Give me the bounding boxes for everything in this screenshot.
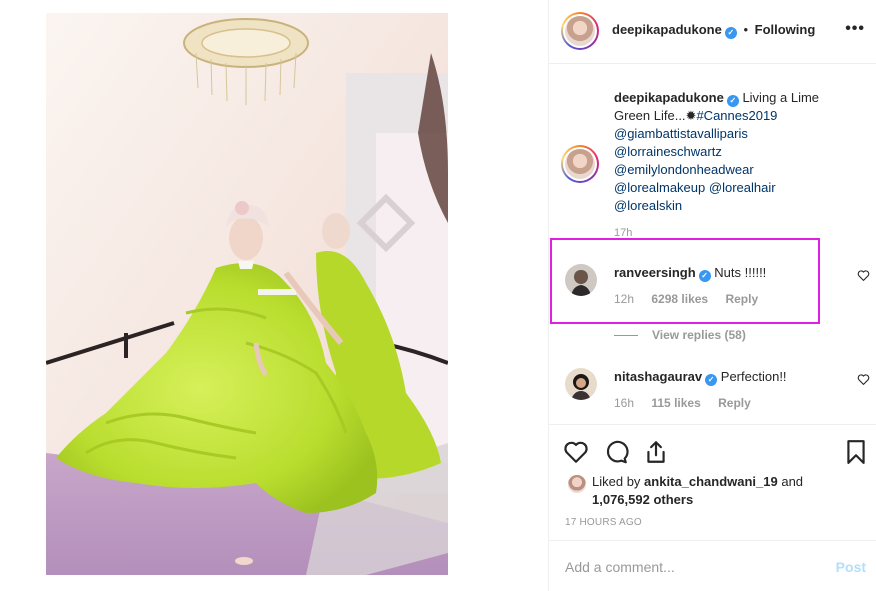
post-header: deepikapadukone ✓ • Following ••• <box>549 0 876 64</box>
mention-emilylondonheadwear[interactable]: @emilylondonheadwear <box>614 162 754 177</box>
mention-giambattistavalliparis[interactable]: @giambattistavalliparis <box>614 126 748 141</box>
author-avatar[interactable] <box>561 12 599 50</box>
liked-by-user[interactable]: ankita_chandwani_19 <box>644 474 778 489</box>
caption-line-1: Living a Lime <box>742 90 820 105</box>
share-icon[interactable] <box>643 439 669 465</box>
liked-by-avatar[interactable] <box>568 475 586 493</box>
verified-badge-icon: ✓ <box>726 95 739 107</box>
view-replies-label: View replies (58) <box>652 328 746 342</box>
hashtag-cannes2019[interactable]: #Cannes2019 <box>696 108 777 123</box>
caption-text: deepikapadukone ✓ Living a Lime Green Lif… <box>614 89 844 215</box>
comment-likes[interactable]: 115 likes <box>651 396 700 410</box>
following-button[interactable]: Following <box>755 22 816 37</box>
photo-illustration <box>46 13 448 575</box>
mention-lorraineschwartz[interactable]: @lorraineschwartz <box>614 144 722 159</box>
comment-text: Nuts !!!!!! <box>714 265 767 280</box>
liked-by-prefix: Liked by <box>592 474 641 489</box>
post-timestamp[interactable]: 17 HOURS AGO <box>565 517 642 528</box>
caption-line-2: Green Life... <box>614 108 686 123</box>
liked-by-and: and <box>781 474 804 489</box>
author-line: deepikapadukone ✓ • Following <box>612 22 815 39</box>
comment-meta: 12h 6298 likes Reply <box>614 292 772 306</box>
post-photo[interactable] <box>46 13 448 575</box>
post-photo-area <box>0 0 548 591</box>
sparkle-emoji: ✹ <box>685 108 697 123</box>
more-options-icon[interactable]: ••• <box>845 20 865 38</box>
replies-line <box>614 335 638 337</box>
author-username[interactable]: deepikapadukone <box>612 22 722 37</box>
post-comment-button[interactable]: Post <box>836 559 866 575</box>
liked-by-others[interactable]: 1,076,592 others <box>592 492 693 507</box>
caption-username[interactable]: deepikapadukone <box>614 90 724 105</box>
comment-time[interactable]: 12h <box>614 292 634 306</box>
caption-author-avatar[interactable] <box>561 145 599 183</box>
mention-lorealskin[interactable]: @lorealskin <box>614 198 682 213</box>
comment-bubble-icon[interactable] <box>603 439 629 465</box>
commenter-avatar[interactable] <box>565 264 597 296</box>
verified-badge-icon: ✓ <box>724 27 737 39</box>
mention-lorealmakeup[interactable]: @lorealmakeup <box>614 180 705 195</box>
comment-time[interactable]: 16h <box>614 396 634 410</box>
add-comment-bar: Post <box>549 540 876 591</box>
like-heart-icon[interactable] <box>563 439 589 465</box>
comment-input[interactable] <box>565 557 815 577</box>
verified-badge-icon: ✓ <box>698 270 711 282</box>
post-actions: Liked by ankita_chandwani_19 and 1,076,5… <box>549 424 876 540</box>
comments-list[interactable]: deepikapadukone ✓ Living a Lime Green Lif… <box>549 65 876 435</box>
comment-meta: 16h 115 likes Reply <box>614 396 765 410</box>
liked-by-text: Liked by ankita_chandwani_19 and 1,076,5… <box>592 473 832 509</box>
commenter-username[interactable]: ranveersingh <box>614 265 696 280</box>
separator-dot: • <box>743 22 748 37</box>
mention-lorealhair[interactable]: @lorealhair <box>709 180 776 195</box>
commenter-avatar[interactable] <box>565 368 597 400</box>
view-replies-button[interactable]: View replies (58) <box>614 328 746 342</box>
like-comment-heart-icon[interactable] <box>857 269 870 282</box>
reply-button[interactable]: Reply <box>718 396 751 410</box>
post-side-panel: deepikapadukone ✓ • Following ••• deepika… <box>548 0 876 591</box>
commenter-username[interactable]: nitashagaurav <box>614 369 702 384</box>
comment-text: Perfection!! <box>720 369 787 384</box>
reply-button[interactable]: Reply <box>725 292 758 306</box>
comment-body: nitashagaurav ✓ Perfection!! <box>614 368 814 386</box>
comment-body: ranveersingh ✓ Nuts !!!!!! <box>614 264 814 282</box>
verified-badge-icon: ✓ <box>705 374 718 386</box>
comment-likes[interactable]: 6298 likes <box>651 292 708 306</box>
like-comment-heart-icon[interactable] <box>857 373 870 386</box>
save-bookmark-icon[interactable] <box>843 439 869 465</box>
